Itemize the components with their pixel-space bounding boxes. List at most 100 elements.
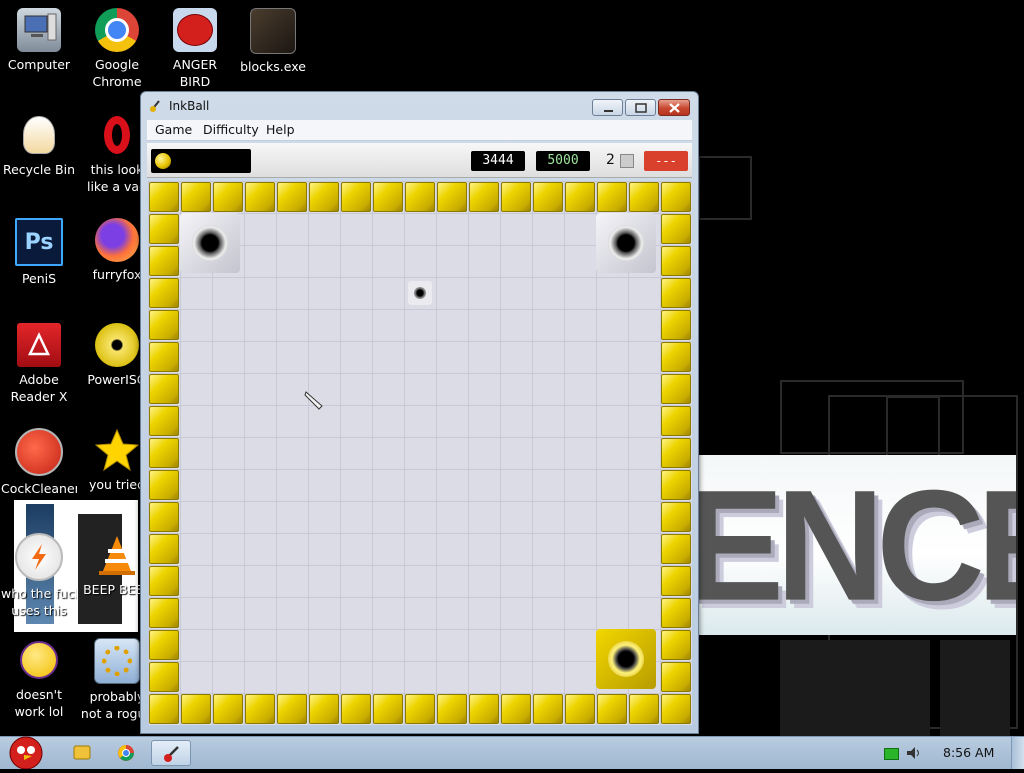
desktop-icon-anger-bird[interactable]: ANGER BIRD: [157, 8, 233, 90]
desktop-icon-adobe-reader[interactable]: Adobe Reader X: [1, 323, 77, 405]
wall-block: [149, 662, 179, 692]
wall-block: [661, 534, 691, 564]
taskbar-inkball-button[interactable]: [151, 740, 191, 766]
wall-block: [661, 214, 691, 244]
background-panel: [780, 640, 930, 736]
desktop-icon-computer[interactable]: Computer: [1, 8, 77, 73]
wall-block: [149, 598, 179, 628]
clock[interactable]: 8:56 AM: [943, 745, 994, 760]
wall-block: [661, 278, 691, 308]
network-icon[interactable]: [884, 748, 899, 760]
icon-label: CockCleaner: [1, 481, 77, 496]
menu-game[interactable]: Game: [155, 122, 192, 137]
next-ball-panel: [151, 149, 251, 173]
background-frame: [698, 156, 752, 220]
wall-block: [469, 694, 499, 724]
wall-block: [501, 694, 531, 724]
icon-label: who the fuck: [1, 586, 77, 601]
minimize-button[interactable]: [592, 99, 623, 116]
wall-block: [661, 502, 691, 532]
game-toolbar: 3444 5000 2 ---: [147, 143, 692, 178]
desktop-icon-google-chrome[interactable]: Google Chrome: [79, 8, 155, 90]
wall-block: [661, 246, 691, 276]
icon-label: Adobe: [19, 372, 59, 387]
wall-block: [181, 694, 211, 724]
wall-block: [565, 182, 595, 212]
icon-label: work lol: [14, 704, 64, 719]
taskbar: 8:56 AM: [0, 733, 1024, 770]
disc-icon: [95, 323, 139, 367]
desktop-icon-recycle-bin[interactable]: Recycle Bin: [1, 113, 77, 178]
wall-block: [469, 182, 499, 212]
wall-block: [149, 406, 179, 436]
wall-block: [149, 438, 179, 468]
wall-block: [149, 374, 179, 404]
icon-label: Recycle Bin: [2, 162, 76, 177]
menu-difficulty[interactable]: Difficulty: [203, 122, 259, 137]
wall-block: [437, 182, 467, 212]
wall-block: [277, 182, 307, 212]
wall-block: [405, 694, 435, 724]
taskbar-chrome-button[interactable]: [106, 740, 146, 766]
wall-block: [149, 630, 179, 660]
chrome-icon: [95, 8, 139, 52]
icon-label: doesn't: [15, 687, 63, 702]
game-board[interactable]: [148, 181, 692, 725]
banner-text: ENCE: [698, 456, 1016, 634]
wall-block: [149, 310, 179, 340]
title-bar[interactable]: InkBall: [141, 92, 698, 120]
desktop-icon-blocks-exe[interactable]: blocks.exe: [235, 8, 311, 75]
wall-block: [661, 694, 691, 724]
wall-block: [213, 694, 243, 724]
photoshop-icon: Ps: [15, 218, 63, 266]
desktop-icon-photoshop[interactable]: Ps PeniS: [1, 218, 77, 287]
wall-block: [181, 182, 211, 212]
start-button[interactable]: [2, 733, 50, 770]
vlc-cone-icon: [95, 533, 139, 577]
wall-block: [149, 278, 179, 308]
icon-label: blocks.exe: [240, 59, 306, 74]
lives-box-icon: [620, 154, 634, 168]
show-desktop-button[interactable]: [1011, 737, 1024, 769]
wall-block: [533, 694, 563, 724]
recycle-bin-icon: [17, 113, 61, 157]
window-title: InkBall: [169, 99, 210, 113]
icon-label: Computer: [7, 57, 71, 72]
background-panel: [940, 640, 1010, 736]
computer-icon: [17, 8, 61, 52]
wall-block: [661, 342, 691, 372]
wall-block: [501, 182, 531, 212]
taskbar-explorer-button[interactable]: [62, 740, 102, 766]
gray-hole: [180, 213, 240, 273]
desktop-icon-yahoo[interactable]: doesn't work lol: [1, 638, 77, 720]
wall-block: [245, 694, 275, 724]
wall-block: [661, 310, 691, 340]
wall-block: [661, 566, 691, 596]
yellow-hole: [596, 629, 656, 689]
maximize-button[interactable]: [625, 99, 656, 116]
volume-icon[interactable]: [906, 746, 922, 760]
wall-block: [149, 342, 179, 372]
background-banner: ENCE: [698, 455, 1016, 635]
opera-icon: [95, 113, 139, 157]
gray-hole: [596, 213, 656, 273]
pen-cursor-icon: [304, 391, 323, 410]
wall-block: [341, 182, 371, 212]
wall-block: [565, 694, 595, 724]
icon-label: uses this: [11, 603, 67, 618]
menu-help[interactable]: Help: [266, 122, 295, 137]
wall-block: [661, 406, 691, 436]
desktop-icon-winamp[interactable]: who the fuck uses this: [1, 533, 77, 619]
ccleaner-icon: [15, 428, 63, 476]
wall-block: [373, 694, 403, 724]
yahoo-messenger-icon: [17, 638, 61, 682]
icon-label: ANGER: [172, 57, 218, 72]
menu-bar: Game Difficulty Help: [147, 120, 692, 141]
wall-block: [661, 182, 691, 212]
yellow-ball-icon: [155, 153, 171, 169]
wall-block: [213, 182, 243, 212]
desktop-icon-ccleaner[interactable]: CockCleaner: [1, 428, 77, 497]
wall-block: [309, 182, 339, 212]
close-button[interactable]: [658, 99, 690, 116]
wall-block: [149, 470, 179, 500]
